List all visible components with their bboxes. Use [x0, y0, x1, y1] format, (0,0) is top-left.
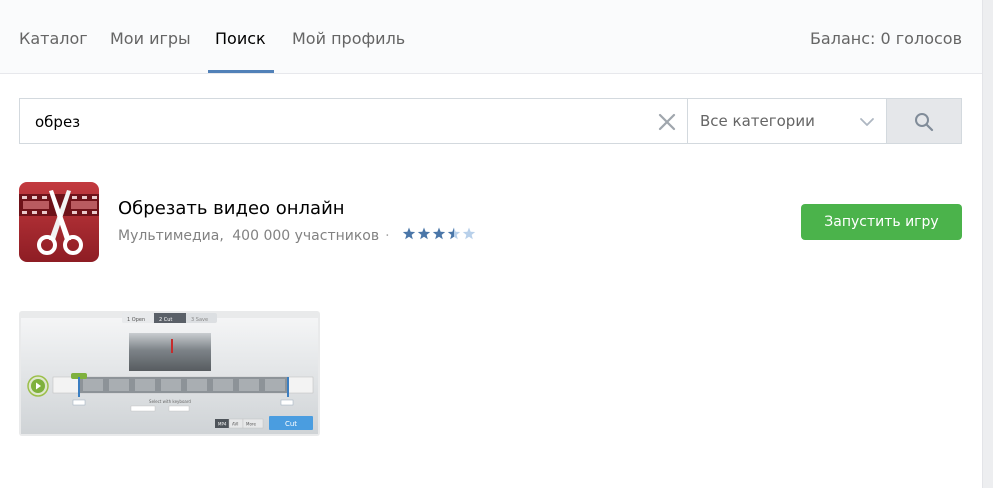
- chevron-down-icon: [860, 118, 874, 126]
- star-icon: [462, 227, 476, 240]
- tab-catalog[interactable]: Каталог: [19, 0, 88, 73]
- active-tab-indicator: [208, 70, 274, 73]
- star-icon: [447, 227, 461, 240]
- scissors-film-icon: [19, 182, 99, 262]
- rating-stars: [402, 227, 476, 240]
- search-button[interactable]: [886, 98, 962, 144]
- screenshot-hint: Select with keyboard: [149, 399, 191, 404]
- step-cut: 2 Cut: [159, 317, 172, 323]
- format-mp4: MP4: [218, 422, 227, 427]
- format-more: More: [246, 422, 256, 427]
- app-members: 400 000 участников: [232, 228, 380, 244]
- format-avi: AVI: [232, 422, 238, 427]
- app-screenshot[interactable]: 1 Open 2 Cut 3 Save Select with keyboard…: [19, 311, 320, 436]
- balance-label: Баланс: 0 голосов: [809, 29, 962, 48]
- star-icon: [432, 227, 446, 240]
- app-title[interactable]: Обрезать видео онлайн: [118, 198, 345, 219]
- category-select-label: Все категории: [700, 112, 815, 130]
- tab-my-profile[interactable]: Мой профиль: [292, 0, 405, 73]
- search-query: обрез: [35, 113, 81, 131]
- star-icon: [417, 227, 431, 240]
- app-meta: Мультимедиа, 400 000 участников ·: [118, 227, 476, 244]
- search-input[interactable]: обрез: [19, 98, 688, 144]
- tab-my-games[interactable]: Мои игры: [110, 0, 191, 73]
- category-select[interactable]: Все категории: [687, 98, 887, 144]
- search-icon: [915, 113, 934, 132]
- step-open: 1 Open: [127, 317, 145, 323]
- launch-game-button[interactable]: Запустить игру: [801, 204, 962, 240]
- cut-label: Cut: [285, 420, 297, 428]
- star-icon: [402, 227, 416, 240]
- screenshot-image: 1 Open 2 Cut 3 Save Select with keyboard…: [19, 311, 320, 436]
- main-panel: Каталог Мои игры Поиск Мой профиль Балан…: [0, 0, 983, 488]
- top-nav: Каталог Мои игры Поиск Мой профиль Балан…: [0, 0, 982, 74]
- app-icon[interactable]: [19, 182, 99, 262]
- close-icon[interactable]: [655, 110, 679, 134]
- meta-separator: ·: [385, 228, 390, 244]
- tab-search[interactable]: Поиск: [215, 0, 266, 73]
- step-save: 3 Save: [191, 317, 208, 323]
- app-category: Мультимедиа,: [118, 228, 224, 244]
